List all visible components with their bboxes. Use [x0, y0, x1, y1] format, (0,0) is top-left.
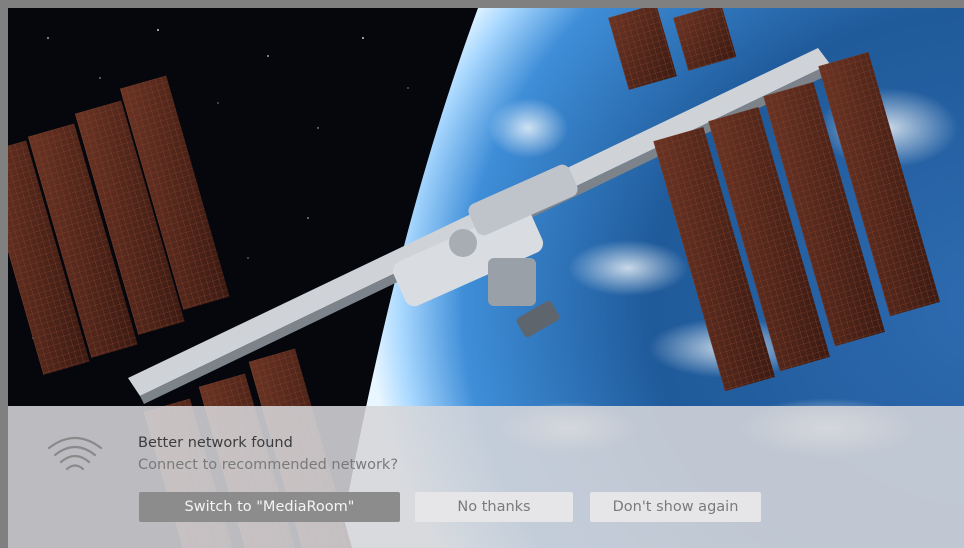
tv-frame: Better network found Connect to recommen…: [0, 0, 964, 548]
network-notification-dialog: Better network found Connect to recommen…: [8, 406, 964, 548]
no-thanks-button[interactable]: No thanks: [415, 492, 573, 522]
dialog-message: Connect to recommended network?: [138, 457, 399, 473]
wifi-icon: [46, 430, 104, 480]
dialog-title: Better network found: [138, 435, 293, 451]
switch-network-button[interactable]: Switch to "MediaRoom": [139, 492, 400, 522]
dont-show-again-button[interactable]: Don't show again: [590, 492, 761, 522]
tv-screen: Better network found Connect to recommen…: [8, 8, 964, 548]
